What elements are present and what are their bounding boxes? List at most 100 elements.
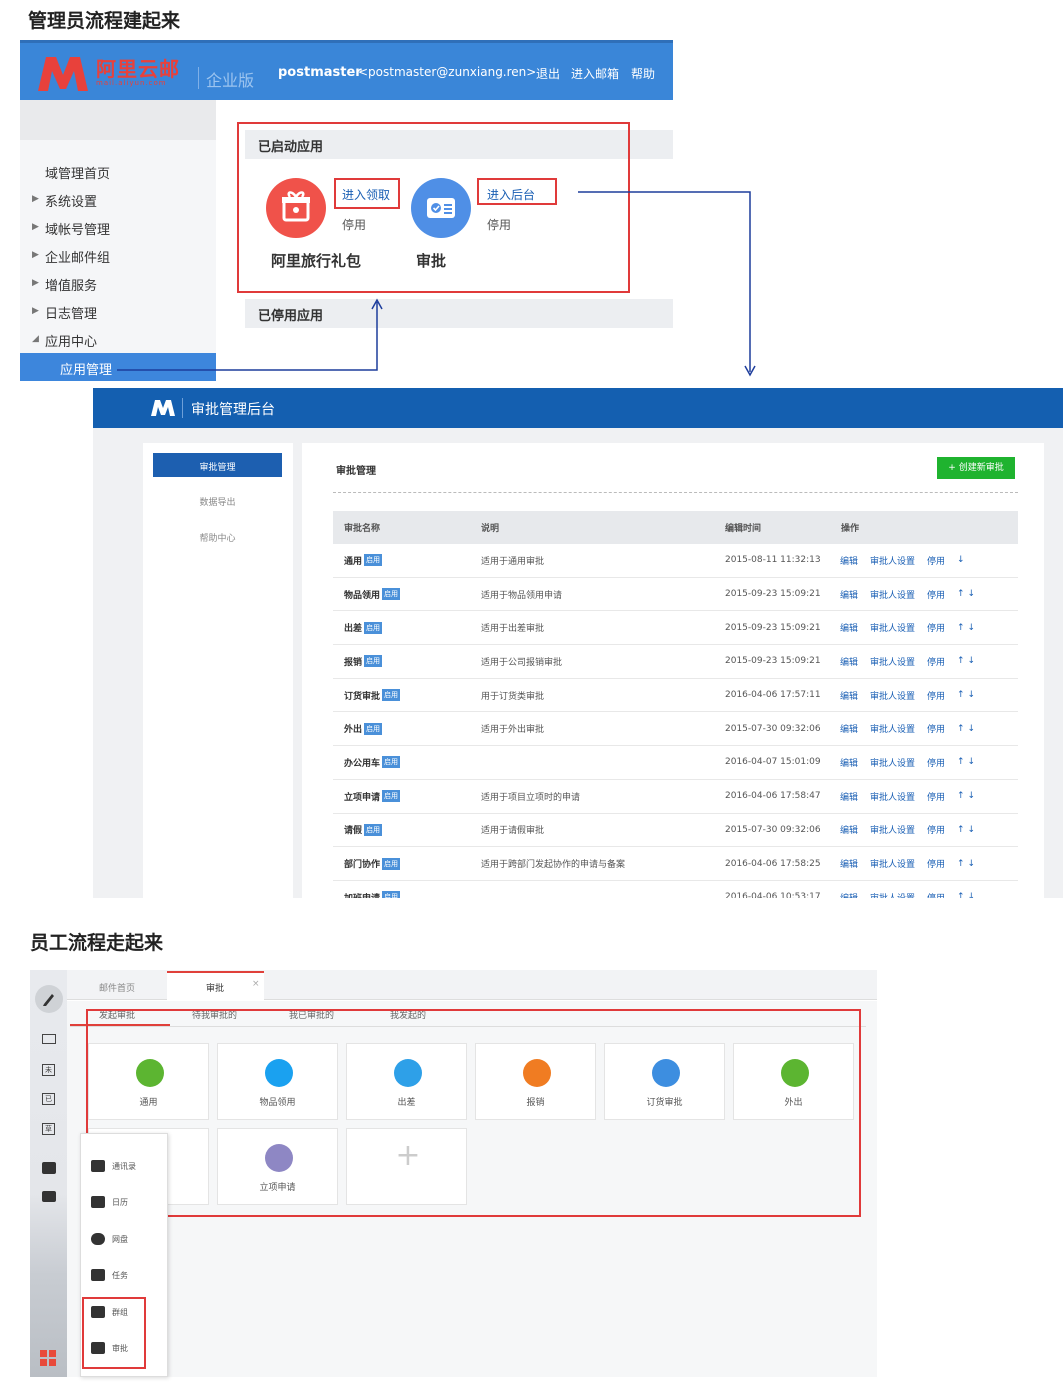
approval-name-text: 出差 (344, 624, 363, 635)
read-folder-icon[interactable]: 已 (42, 1093, 55, 1105)
approval-name-text: 办公用车 (344, 758, 381, 769)
edit-link[interactable]: 编辑 (840, 790, 858, 803)
approval-desc: 用于订货类审批 (481, 691, 545, 702)
reorder-arrows[interactable]: ↑ ↓ (957, 757, 975, 767)
reorder-arrows[interactable]: ↑ ↓ (957, 589, 975, 599)
calendar-icon[interactable] (42, 1162, 56, 1174)
approval-ops: 编辑审批人设置停用 ↑ ↓ (840, 780, 987, 813)
mail-icon[interactable] (42, 1034, 56, 1044)
edit-link[interactable]: 编辑 (840, 554, 858, 567)
create-approval-button[interactable]: + 创建新审批 (937, 457, 1015, 479)
approval-name-text: 立项申请 (344, 792, 381, 803)
cloud-icon (91, 1233, 105, 1245)
approval-desc: 适用于通用审批 (481, 556, 545, 567)
reorder-arrows[interactable]: ↑ ↓ (957, 859, 975, 869)
approval-time: 2016-04-06 17:58:25 (725, 858, 821, 869)
approval-name-text: 报销 (344, 657, 363, 668)
approver-settings-link[interactable]: 审批人设置 (870, 689, 915, 702)
edit-link[interactable]: 编辑 (840, 655, 858, 668)
edit-link[interactable]: 编辑 (840, 756, 858, 769)
edit-link[interactable]: 编辑 (840, 891, 858, 898)
menu-item-contacts[interactable]: 通讯录 (91, 1160, 136, 1172)
reorder-arrows[interactable]: ↑ ↓ (957, 623, 975, 633)
enabled-tag: 启用 (364, 554, 383, 567)
enabled-tag: 启用 (382, 857, 401, 870)
approval-ops: 编辑审批人设置停用 ↑ ↓ (840, 645, 987, 678)
disable-link[interactable]: 停用 (927, 790, 945, 803)
approval-desc: 适用于出差审批 (481, 624, 545, 635)
table-row: 请假 启用 适用于请假审批 2015-07-30 09:32:06 编辑 审批人设置 停用 ↑… (333, 814, 1018, 848)
reorder-arrows[interactable]: ↑ ↓ (957, 791, 975, 801)
card-icon[interactable] (42, 1191, 56, 1202)
approval-name-text: 加班申请 (344, 891, 380, 898)
disable-link[interactable]: 停用 (927, 722, 945, 735)
disable-link[interactable]: 停用 (927, 655, 945, 668)
approval-time: 2016-04-07 15:01:09 (725, 757, 821, 768)
backend-nav-data-export[interactable]: 数据导出 (153, 495, 282, 508)
disable-link[interactable]: 停用 (927, 621, 945, 634)
approver-settings-link[interactable]: 审批人设置 (870, 588, 915, 601)
approval-desc: 适用于公司报销审批 (481, 657, 563, 668)
disable-link[interactable]: 停用 (927, 857, 945, 870)
tab-approval[interactable]: 审批 (206, 981, 224, 994)
approver-settings-link[interactable]: 审批人设置 (870, 891, 915, 898)
approver-settings-link[interactable]: 审批人设置 (870, 655, 915, 668)
disable-link[interactable]: 停用 (927, 756, 945, 769)
reorder-arrows[interactable]: ↑ ↓ (957, 690, 975, 700)
backend-nav-help[interactable]: 帮助中心 (153, 531, 282, 544)
approval-name: 报销 启用 (344, 645, 383, 678)
col-header-desc: 说明 (481, 524, 500, 534)
approver-settings-link[interactable]: 审批人设置 (870, 857, 915, 870)
approval-name: 部门协作 启用 (344, 847, 401, 880)
approver-settings-link[interactable]: 审批人设置 (870, 621, 915, 634)
enabled-tag: 启用 (364, 655, 383, 668)
approval-ops: 编辑审批人设置停用 ↑ ↓ (840, 746, 987, 779)
disable-link[interactable]: 停用 (927, 689, 945, 702)
approval-name: 外出 启用 (344, 712, 383, 745)
reorder-arrows[interactable]: ↑ ↓ (957, 656, 975, 666)
disable-link[interactable]: 停用 (927, 588, 945, 601)
edit-link[interactable]: 编辑 (840, 722, 858, 735)
menu-item-netdisk[interactable]: 网盘 (91, 1233, 128, 1245)
approval-time: 2015-09-23 15:09:21 (725, 656, 821, 667)
disable-link[interactable]: 停用 (927, 891, 945, 898)
menu-item-tasks[interactable]: 任务 (91, 1269, 128, 1281)
approver-settings-link[interactable]: 审批人设置 (870, 554, 915, 567)
col-header-time: 编辑时间 (725, 524, 762, 534)
edit-link[interactable]: 编辑 (840, 823, 858, 836)
approval-table: 审批名称 说明 编辑时间 操作 通用 启用 适用于通用审批 2015-08-11 11… (333, 511, 1018, 898)
enabled-tag: 启用 (382, 588, 401, 601)
compose-icon[interactable] (35, 985, 63, 1013)
reorder-arrows[interactable]: ↑ ↓ (957, 825, 975, 835)
edit-link[interactable]: 编辑 (840, 588, 858, 601)
approver-settings-link[interactable]: 审批人设置 (870, 823, 915, 836)
table-row: 出差 启用 适用于出差审批 2015-09-23 15:09:21 编辑 审批人设置 停用 ↑… (333, 611, 1018, 646)
reorder-arrows[interactable]: ↓ (957, 555, 965, 565)
unread-folder-icon[interactable]: 未 (42, 1064, 55, 1076)
draft-folder-icon[interactable]: 草 (42, 1123, 55, 1135)
approver-settings-link[interactable]: 审批人设置 (870, 790, 915, 803)
menu-item-calendar[interactable]: 日历 (91, 1196, 128, 1208)
backend-sidebar (143, 443, 293, 898)
task-icon (91, 1269, 105, 1281)
edit-link[interactable]: 编辑 (840, 621, 858, 634)
tab-mail-home[interactable]: 邮件首页 (99, 981, 135, 994)
reorder-arrows[interactable]: ↑ ↓ (957, 724, 975, 734)
backend-nav-label: 审批管理 (199, 463, 236, 473)
disable-link[interactable]: 停用 (927, 823, 945, 836)
approval-name: 立项申请 启用 (344, 780, 401, 813)
approval-time: 2015-07-30 09:32:06 (725, 824, 821, 835)
edit-link[interactable]: 编辑 (840, 689, 858, 702)
approval-name-text: 请假 (344, 826, 363, 837)
approval-time: 2015-07-30 09:32:06 (725, 723, 821, 734)
menu-label: 网盘 (112, 1234, 128, 1244)
reorder-arrows[interactable]: ↑ ↓ (957, 892, 975, 898)
table-row: 物品领用 启用 适用于物品领用申请 2015-09-23 15:09:21 编辑 审批人设… (333, 578, 1018, 612)
apps-grid-icon[interactable] (40, 1350, 56, 1366)
approver-settings-link[interactable]: 审批人设置 (870, 756, 915, 769)
close-icon[interactable]: × (252, 979, 260, 989)
disable-link[interactable]: 停用 (927, 554, 945, 567)
enabled-tag: 启用 (364, 823, 383, 836)
edit-link[interactable]: 编辑 (840, 857, 858, 870)
approver-settings-link[interactable]: 审批人设置 (870, 722, 915, 735)
